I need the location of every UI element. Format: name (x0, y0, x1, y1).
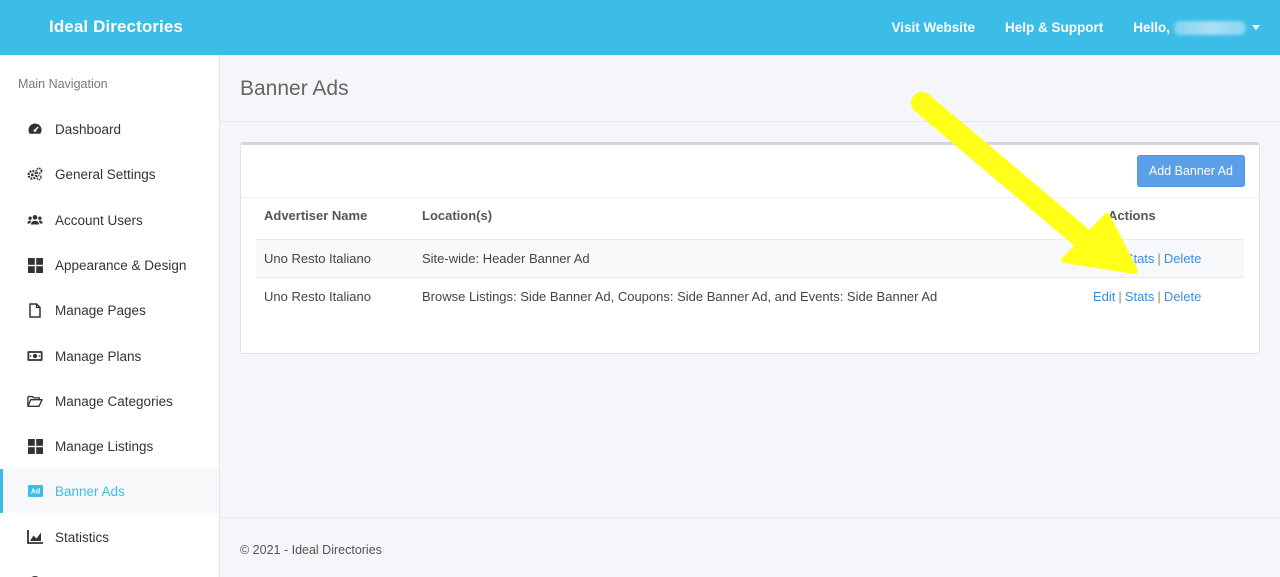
sidebar-item-label: Statistics (55, 529, 110, 545)
banner-ads-card: Add Banner Ad Advertiser Name Location(s… (240, 142, 1260, 354)
stats-link[interactable]: Stats (1125, 289, 1155, 304)
users-icon (27, 212, 43, 228)
delete-link[interactable]: Delete (1164, 251, 1202, 266)
caret-down-icon (1252, 25, 1260, 30)
sidebar-item-label: General Settings (55, 166, 156, 182)
row-actions: Edit | Stats | Delete (1093, 278, 1201, 315)
stats-link[interactable]: Stats (1125, 251, 1155, 266)
ad-locations: Site-wide: Header Banner Ad (422, 251, 590, 266)
card-header: Add Banner Ad (241, 145, 1259, 198)
top-navbar: Ideal Directories Visit Website Help & S… (0, 0, 1280, 55)
table-row: Uno Resto Italiano Site-wide: Header Ban… (256, 239, 1244, 277)
sidebar-item-manage-listings[interactable]: Manage Listings (0, 424, 219, 468)
table-header-row: Advertiser Name Location(s) Actions (256, 192, 1244, 239)
sidebar-item-label: Manage Plans (55, 348, 142, 364)
row-actions: Edit | Stats | Delete (1093, 240, 1201, 277)
page-title: Banner Ads (240, 77, 349, 100)
money-icon (27, 348, 43, 364)
sidebar-item-manage-plans[interactable]: Manage Plans (0, 334, 219, 378)
main-content: Banner Ads Add Banner Ad Advertiser Name… (220, 55, 1280, 577)
cogs-icon (27, 166, 43, 182)
sidebar-item-partial[interactable] (0, 560, 219, 577)
svg-text:Ad: Ad (30, 489, 39, 496)
user-menu-toggle[interactable]: Hello, (1133, 20, 1260, 35)
chart-icon (27, 529, 43, 545)
sidebar-item-general-settings[interactable]: General Settings (0, 152, 219, 196)
copyright-text: © 2021 - Ideal Directories (240, 543, 382, 557)
visit-website-link[interactable]: Visit Website (891, 20, 975, 35)
sidebar-item-label: Dashboard (55, 121, 122, 137)
advertiser-name: Uno Resto Italiano (264, 251, 371, 266)
sidebar-item-label: Manage Categories (55, 393, 173, 409)
help-support-link[interactable]: Help & Support (1005, 20, 1103, 35)
dashboard-icon (27, 121, 43, 137)
separator: | (1118, 251, 1122, 266)
ad-icon: Ad (27, 483, 43, 499)
sidebar-item-dashboard[interactable]: Dashboard (0, 107, 219, 151)
separator: | (1118, 289, 1122, 304)
column-header-advertiser: Advertiser Name (264, 208, 368, 223)
page-header: Banner Ads (220, 55, 1280, 122)
edit-link[interactable]: Edit (1093, 289, 1115, 304)
sidebar-heading: Main Navigation (18, 77, 108, 91)
column-header-locations: Location(s) (422, 208, 493, 223)
sidebar: Main Navigation Dashboard General Settin… (0, 55, 220, 577)
folder-open-icon (27, 393, 43, 409)
grid-icon (27, 438, 43, 454)
sidebar-item-manage-categories[interactable]: Manage Categories (0, 379, 219, 423)
blurred-username (1174, 20, 1246, 35)
sidebar-item-appearance-design[interactable]: Appearance & Design (0, 243, 219, 287)
footer: © 2021 - Ideal Directories (220, 517, 1280, 577)
ad-locations: Browse Listings: Side Banner Ad, Coupons… (422, 289, 938, 304)
edit-link[interactable]: Edit (1093, 251, 1115, 266)
sidebar-item-label: Account Users (55, 212, 143, 228)
table-row: Uno Resto Italiano Browse Listings: Side… (256, 277, 1244, 315)
sidebar-item-statistics[interactable]: Statistics (0, 515, 219, 559)
sidebar-item-label: Manage Pages (55, 302, 146, 318)
file-icon (27, 302, 43, 318)
hello-text: Hello, (1133, 20, 1170, 35)
advertiser-name: Uno Resto Italiano (264, 289, 371, 304)
sidebar-item-label: Appearance & Design (55, 257, 187, 273)
separator: | (1157, 289, 1161, 304)
top-nav-links: Visit Website Help & Support Hello, (861, 0, 1260, 55)
column-header-actions: Actions (1108, 208, 1156, 223)
sidebar-item-manage-pages[interactable]: Manage Pages (0, 288, 219, 332)
add-banner-ad-button[interactable]: Add Banner Ad (1136, 155, 1245, 187)
sidebar-item-label: Banner Ads (55, 483, 125, 499)
grid-icon (27, 257, 43, 273)
sidebar-item-label: Manage Listings (55, 438, 154, 454)
brand-logo-text[interactable]: Ideal Directories (49, 17, 183, 37)
sidebar-item-account-users[interactable]: Account Users (0, 198, 219, 242)
delete-link[interactable]: Delete (1164, 289, 1202, 304)
banner-ads-table: Advertiser Name Location(s) Actions Uno … (256, 208, 1244, 315)
separator: | (1157, 251, 1161, 266)
sidebar-item-banner-ads[interactable]: Ad Banner Ads (0, 469, 219, 513)
